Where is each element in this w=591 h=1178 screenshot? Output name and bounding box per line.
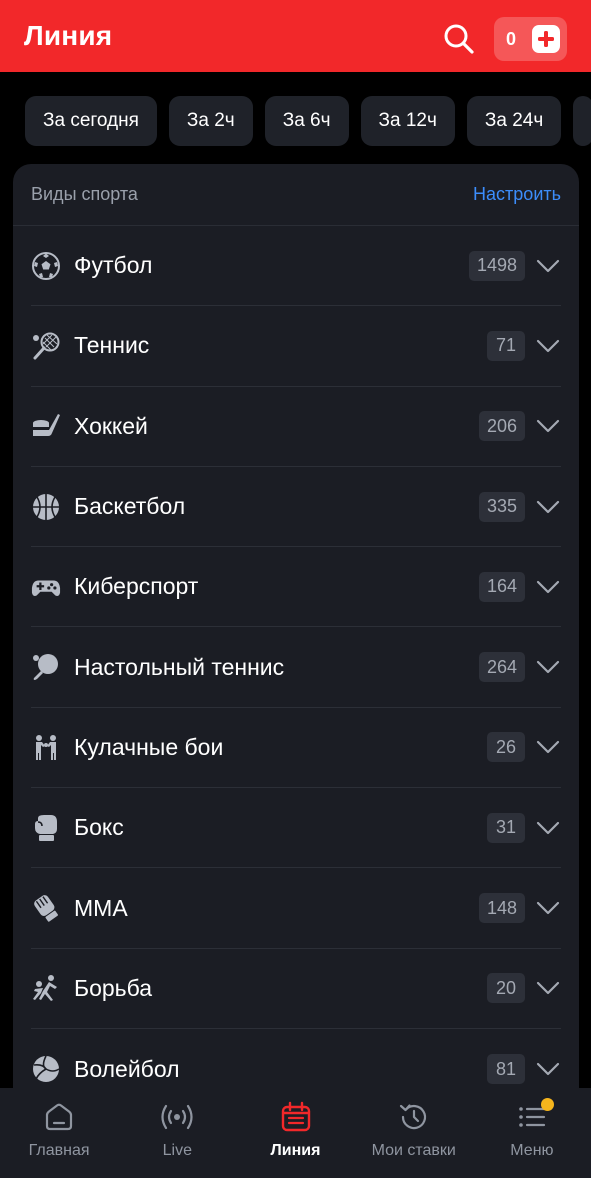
sport-name: Волейбол (74, 1055, 180, 1082)
plus-icon (532, 25, 560, 53)
chevron-down-icon (535, 654, 561, 680)
sport-row-boxing[interactable]: Бокс 31 (31, 788, 561, 869)
filter-chip-6h[interactable]: За 6ч (264, 96, 349, 146)
filter-chip-24h[interactable]: За 24ч (466, 96, 562, 146)
nav-item-menu[interactable]: Меню (473, 1088, 591, 1178)
nav-label: Линия (270, 1142, 321, 1159)
football-icon (31, 251, 61, 281)
chevron-down-icon (535, 413, 561, 439)
event-count-badge: 81 (487, 1054, 525, 1085)
nav-item-my-bets[interactable]: Мои ставки (355, 1088, 473, 1178)
chevron-down-icon (535, 574, 561, 600)
nav-label: Live (162, 1142, 192, 1159)
event-count-badge: 1498 (468, 250, 525, 281)
sport-row-basketball[interactable]: Баскетбол 335 (31, 467, 561, 548)
filter-chip-2h[interactable]: За 2ч (168, 96, 253, 146)
nav-label: Главная (28, 1142, 90, 1159)
nav-item-line[interactable]: Линия (236, 1088, 354, 1178)
sport-name: Бокс (74, 814, 124, 841)
event-count-badge: 335 (478, 491, 525, 522)
basketball-icon (31, 492, 61, 522)
wrestling-icon (31, 973, 61, 1003)
chevron-down-icon (535, 815, 561, 841)
event-count-badge: 206 (478, 411, 525, 442)
top-bar: Линия 0 (0, 0, 591, 72)
sport-name: Футбол (74, 252, 153, 279)
chevron-down-icon (535, 333, 561, 359)
volleyball-icon (31, 1054, 61, 1084)
fist-fight-icon (31, 732, 61, 762)
sport-row-football[interactable]: Футбол 1498 (31, 226, 561, 307)
nav-label: Мои ставки (371, 1142, 456, 1159)
table-tennis-icon (31, 652, 61, 682)
chevron-down-icon (535, 734, 561, 760)
event-count-badge: 71 (487, 330, 525, 361)
sport-name: Кулачные бои (74, 733, 224, 760)
sports-list-card: Виды спорта Настроить Футбол 1498 Теннис… (13, 164, 579, 1164)
sport-row-table-tennis[interactable]: Настольный теннис 264 (31, 627, 561, 708)
app-root: Линия 0 За сегодня За 2ч За 6ч За 12ч За… (0, 0, 591, 1178)
coupon-count: 0 (506, 28, 517, 49)
sport-row-tennis[interactable]: Теннис 71 (31, 306, 561, 387)
notification-dot (540, 1098, 554, 1111)
configure-link[interactable]: Настроить (473, 184, 561, 205)
nav-label: Меню (510, 1142, 554, 1159)
filter-chip-12h[interactable]: За 12ч (360, 96, 455, 146)
event-count-badge: 164 (478, 571, 525, 602)
chevron-down-icon (535, 975, 561, 1001)
sport-row-hockey[interactable]: Хоккей 206 (31, 387, 561, 467)
boxing-glove-icon (31, 813, 61, 843)
event-count-badge: 26 (487, 732, 525, 763)
calendar-icon (279, 1100, 313, 1134)
bottom-navigation: Главная Live Линия Мои ставки Меню (0, 1088, 591, 1178)
sport-name: Баскетбол (74, 493, 186, 520)
chevron-down-icon (535, 253, 561, 279)
event-count-badge: 264 (478, 652, 525, 683)
sports-list-title: Виды спорта (31, 184, 138, 204)
sport-name: MMA (74, 894, 128, 921)
chevron-down-icon (535, 895, 561, 921)
sport-name: Киберспорт (74, 573, 199, 600)
sport-name: Теннис (74, 332, 150, 359)
sport-row-wrestling[interactable]: Борьба 20 (31, 949, 561, 1029)
filter-chip-more[interactable] (573, 96, 591, 146)
event-count-badge: 20 (487, 973, 525, 1004)
search-button[interactable] (442, 22, 476, 56)
time-filter-bar: За сегодня За 2ч За 6ч За 12ч За 24ч (0, 96, 591, 146)
coupon-button[interactable]: 0 (494, 17, 567, 61)
history-icon (397, 1100, 431, 1134)
tennis-icon (31, 331, 61, 361)
search-icon (444, 24, 474, 54)
event-count-badge: 31 (487, 812, 525, 843)
sport-name: Борьба (74, 974, 153, 1001)
sport-name: Хоккей (74, 412, 148, 439)
mma-glove-icon (31, 893, 61, 923)
gamepad-icon (31, 572, 61, 602)
home-icon (42, 1100, 76, 1134)
sport-row-mma[interactable]: MMA 148 (31, 868, 561, 949)
sport-name: Настольный теннис (74, 653, 285, 680)
event-count-badge: 148 (478, 893, 525, 924)
filter-chip-today[interactable]: За сегодня (25, 96, 157, 146)
live-broadcast-icon (160, 1100, 194, 1134)
hockey-icon (31, 411, 61, 441)
nav-item-live[interactable]: Live (118, 1088, 236, 1178)
chevron-down-icon (535, 494, 561, 520)
sport-row-fist-fights[interactable]: Кулачные бои 26 (31, 708, 561, 789)
sports-list: Футбол 1498 Теннис 71 Хоккей 206 Баскетб… (13, 226, 579, 1109)
page-title: Линия (24, 20, 113, 51)
sport-row-esports[interactable]: Киберспорт 164 (31, 547, 561, 628)
sports-list-header: Виды спорта Настроить (13, 164, 579, 226)
chevron-down-icon (535, 1056, 561, 1082)
nav-item-home[interactable]: Главная (0, 1088, 118, 1178)
